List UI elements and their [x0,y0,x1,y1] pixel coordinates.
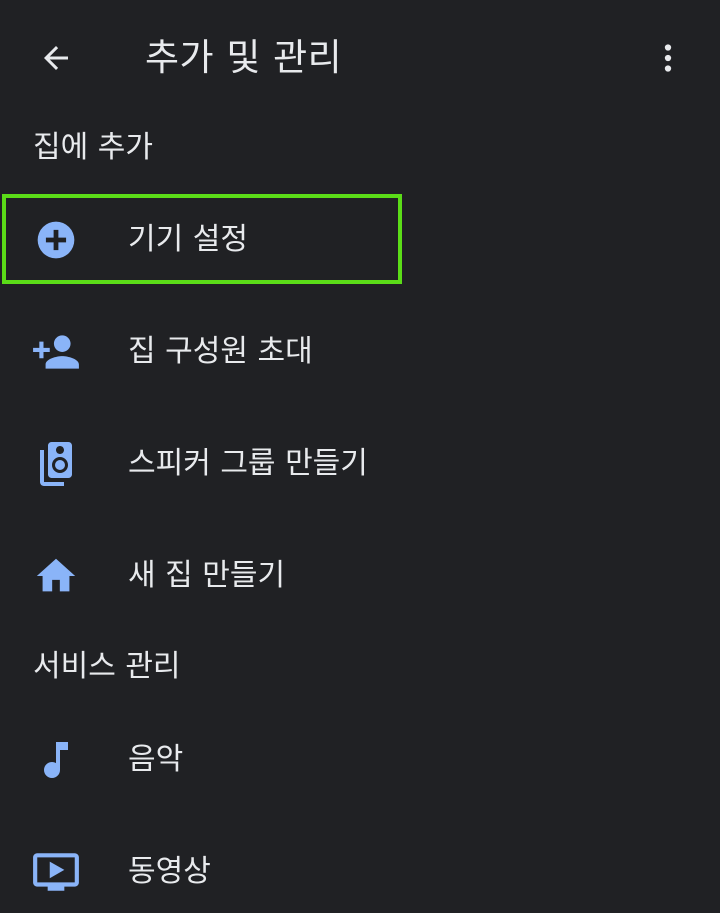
person-add-icon [28,324,84,380]
menu-item-label: 기기 설정 [128,222,248,257]
home-icon [28,548,84,604]
menu-item-create-speaker-group[interactable]: 스피커 그룹 만들기 [0,408,720,520]
menu-item-invite-member[interactable]: 집 구성원 초대 [0,296,720,408]
back-button[interactable] [28,30,84,86]
menu-item-label: 음악 [128,742,184,777]
menu-item-label: 새 집 만들기 [128,558,286,593]
page-title: 추가 및 관리 [145,36,343,79]
video-play-icon [28,844,84,900]
more-options-button[interactable] [640,30,696,86]
app-bar: 추가 및 관리 [0,0,720,116]
menu-item-video[interactable]: 동영상 [0,816,720,913]
add-and-manage-screen: 추가 및 관리 집에 추가 기기 설정 집 구성원 초대 스피커 그룹 만들기 … [0,0,720,913]
section-header-manage-services: 서비스 관리 [33,649,181,684]
menu-item-label: 동영상 [128,854,211,889]
speaker-group-icon [28,436,84,492]
menu-item-set-up-device[interactable]: 기기 설정 [0,184,720,296]
menu-item-create-new-home[interactable]: 새 집 만들기 [0,520,720,632]
arrow-back-icon [44,46,68,70]
more-vert-icon [664,44,672,72]
menu-item-label: 스피커 그룹 만들기 [128,446,368,481]
menu-item-label: 집 구성원 초대 [128,334,313,369]
add-circle-icon [28,212,84,268]
section-header-add-to-home: 집에 추가 [33,130,153,165]
menu-item-music[interactable]: 음악 [0,704,720,816]
music-note-icon [28,732,84,788]
